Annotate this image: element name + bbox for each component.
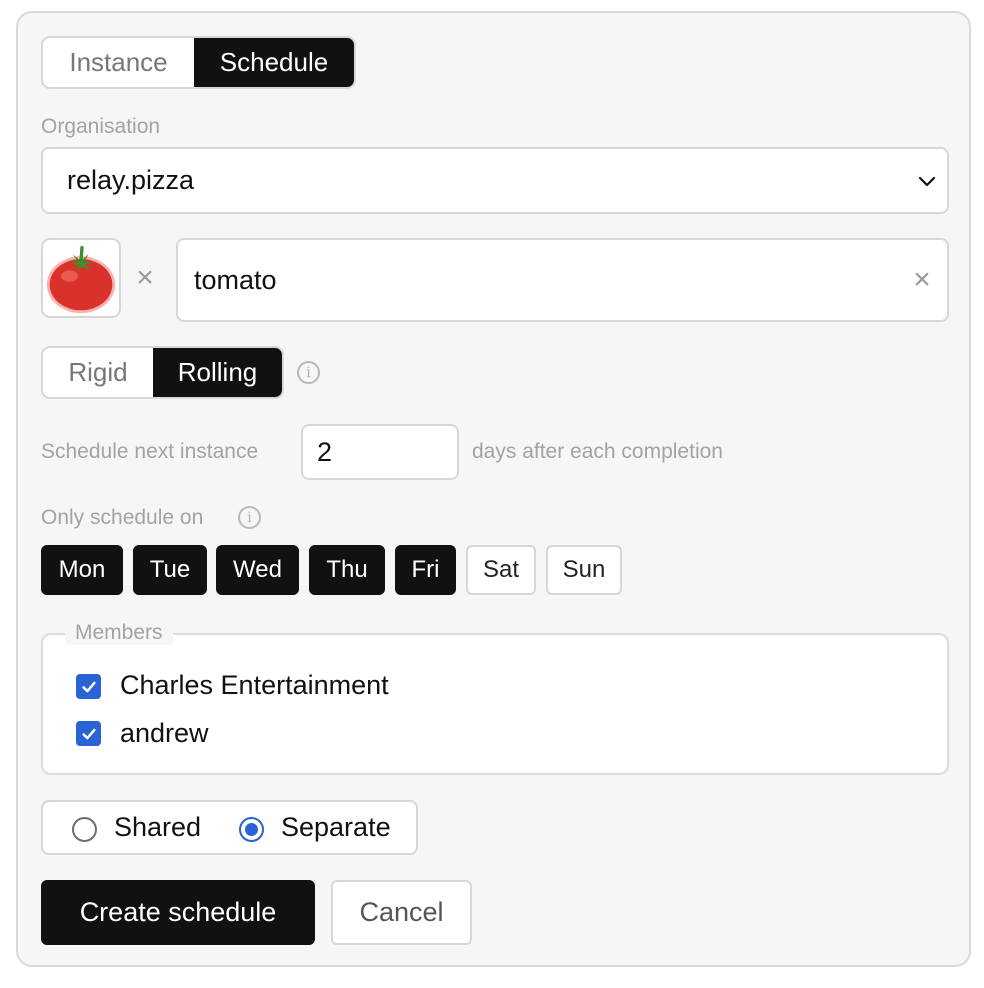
- schedule-type-info-icon[interactable]: i: [297, 361, 320, 384]
- checkmark-icon: [81, 728, 96, 739]
- emoji-picker-button[interactable]: [41, 238, 121, 318]
- interval-prefix-label: Schedule next instance: [41, 440, 259, 463]
- radio-separate-label: Separate: [281, 812, 391, 842]
- tab-rigid[interactable]: Rigid: [43, 348, 153, 397]
- radio-separate[interactable]: [239, 817, 264, 842]
- create-schedule-button[interactable]: Create schedule: [41, 880, 315, 945]
- remove-emoji-icon[interactable]: ×: [131, 263, 159, 293]
- tab-schedule[interactable]: Schedule: [194, 38, 354, 87]
- days-info-icon[interactable]: i: [238, 506, 261, 529]
- clear-input-icon[interactable]: ×: [908, 265, 936, 295]
- tab-rolling[interactable]: Rolling: [153, 348, 282, 397]
- schedule-type-segmented-control: Rigid Rolling: [41, 346, 284, 399]
- radio-shared-label: Shared: [114, 812, 202, 842]
- day-fri[interactable]: Fri: [395, 545, 456, 595]
- day-wed[interactable]: Wed: [216, 545, 299, 595]
- days-label: Only schedule on: [41, 506, 204, 529]
- day-thu[interactable]: Thu: [309, 545, 385, 595]
- mode-segmented-control: Instance Schedule: [41, 36, 356, 89]
- interval-days-input[interactable]: 2: [301, 424, 459, 480]
- interval-days-value: 2: [317, 436, 333, 467]
- schedule-name-value: tomato: [194, 264, 277, 295]
- members-fieldset: [41, 633, 949, 775]
- day-tue[interactable]: Tue: [133, 545, 207, 595]
- organisation-value: relay.pizza: [67, 165, 195, 195]
- members-legend: Members: [65, 621, 173, 645]
- tab-instance[interactable]: Instance: [43, 38, 194, 87]
- organisation-label: Organisation: [41, 115, 161, 138]
- chevron-down-icon: [918, 176, 936, 187]
- day-mon[interactable]: Mon: [41, 545, 123, 595]
- member-name: Charles Entertainment: [120, 670, 389, 700]
- day-sat[interactable]: Sat: [466, 545, 536, 595]
- member-checkbox[interactable]: [76, 721, 101, 746]
- organisation-select[interactable]: relay.pizza: [41, 147, 949, 214]
- member-name: andrew: [120, 718, 209, 748]
- checkmark-icon: [81, 681, 96, 692]
- radio-shared[interactable]: [72, 817, 97, 842]
- day-sun[interactable]: Sun: [546, 545, 622, 595]
- interval-suffix-label: days after each completion: [472, 440, 723, 463]
- tomato-emoji-icon: [46, 245, 116, 314]
- schedule-name-input[interactable]: tomato: [176, 238, 949, 322]
- cancel-button[interactable]: Cancel: [331, 880, 472, 945]
- member-checkbox[interactable]: [76, 674, 101, 699]
